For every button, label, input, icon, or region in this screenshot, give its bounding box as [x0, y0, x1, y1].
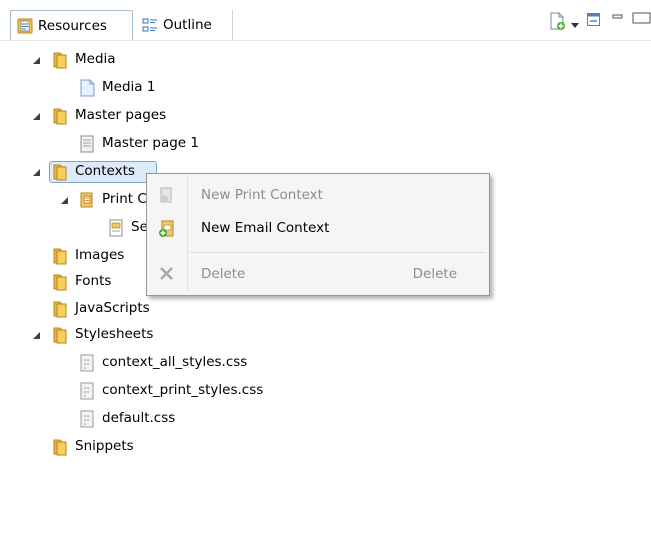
new-email-context-icon: [157, 218, 177, 238]
menu-item-label: New Email Context: [201, 220, 330, 236]
view-tab-bar: Resources Outline: [0, 0, 651, 41]
tree-item-label: Media 1: [102, 79, 156, 95]
menu-item-label: Delete: [201, 266, 246, 282]
tab-resources-label: Resources: [38, 17, 107, 34]
tree-item-css-file[interactable]: context_all_styles.css: [79, 351, 247, 373]
expanded-twisty-icon[interactable]: [32, 56, 42, 66]
context-menu: New Print Context New Email Context Dele…: [146, 173, 490, 296]
folder-icon: [52, 51, 68, 69]
tree-item-label: Master page 1: [102, 135, 199, 151]
folder-icon: [52, 326, 68, 344]
tree-item-label: context_print_styles.css: [102, 382, 264, 398]
tree-item-label: Master pages: [75, 107, 167, 123]
tree-item-media-1[interactable]: Media 1: [79, 76, 155, 98]
menu-separator: [189, 252, 485, 253]
maximize-icon[interactable]: [632, 12, 651, 28]
folder-icon: [52, 163, 68, 181]
menu-item-new-email-context[interactable]: New Email Context: [149, 214, 487, 242]
tab-bar-divider: [0, 40, 651, 41]
css-file-icon: [79, 354, 95, 372]
media-file-icon: [79, 79, 95, 97]
menu-item-shortcut: Delete: [412, 266, 457, 282]
tab-resources[interactable]: Resources: [10, 10, 133, 40]
tree-item-fonts[interactable]: Fonts: [52, 270, 111, 292]
tree-item-stylesheets[interactable]: Stylesheets: [52, 323, 153, 345]
tree-item-media[interactable]: Media: [52, 48, 116, 70]
minimize-icon[interactable]: [612, 12, 624, 28]
menu-item-label: New Print Context: [201, 187, 323, 203]
tree-item-css-file[interactable]: context_print_styles.css: [79, 379, 263, 401]
tree-item-javascripts[interactable]: JavaScripts: [52, 297, 150, 319]
tree-item-label: JavaScripts: [75, 300, 150, 316]
tree-item-images[interactable]: Images: [52, 244, 124, 266]
folder-icon: [52, 107, 68, 125]
outline-icon: [142, 17, 158, 33]
tree-item-contexts[interactable]: Contexts: [52, 160, 135, 182]
section-icon: [108, 219, 124, 237]
tree-item-snippets[interactable]: Snippets: [52, 435, 134, 457]
expanded-twisty-icon[interactable]: [32, 112, 42, 122]
folder-icon: [52, 438, 68, 456]
folder-icon: [52, 273, 68, 291]
folder-icon: [52, 247, 68, 265]
tree-item-label: Images: [75, 247, 125, 263]
expanded-twisty-icon[interactable]: [32, 168, 42, 178]
tree-item-label: Contexts: [75, 163, 135, 179]
tree-item-label: Fonts: [75, 273, 112, 289]
folder-icon: [52, 300, 68, 318]
css-file-icon: [79, 382, 95, 400]
resources-icon: [17, 18, 33, 34]
tree-item-label: Snippets: [75, 438, 134, 454]
print-context-icon: [79, 191, 95, 208]
dropdown-arrow-icon[interactable]: [571, 17, 579, 33]
collapse-all-icon[interactable]: [587, 13, 601, 31]
tree-item-label: Stylesheets: [75, 326, 154, 342]
tree-item-css-file[interactable]: default.css: [79, 407, 175, 429]
tree-item-label: Media: [75, 51, 116, 67]
delete-x-icon: [157, 264, 177, 284]
tab-outline-label: Outline: [163, 17, 212, 33]
master-page-icon: [79, 135, 95, 153]
tree-item-label: context_all_styles.css: [102, 354, 248, 370]
expanded-twisty-icon[interactable]: [60, 196, 70, 206]
tab-outline[interactable]: Outline: [136, 10, 233, 40]
expanded-twisty-icon[interactable]: [32, 331, 42, 341]
new-file-icon[interactable]: [548, 12, 566, 34]
menu-item-new-print-context[interactable]: New Print Context: [149, 181, 487, 209]
css-file-icon: [79, 410, 95, 428]
new-print-context-icon: [157, 185, 177, 205]
tree-item-master-page-1[interactable]: Master page 1: [79, 132, 199, 154]
tree-item-label: default.css: [102, 410, 176, 426]
tree-item-master-pages[interactable]: Master pages: [52, 104, 166, 126]
menu-item-delete[interactable]: Delete Delete: [149, 260, 487, 288]
